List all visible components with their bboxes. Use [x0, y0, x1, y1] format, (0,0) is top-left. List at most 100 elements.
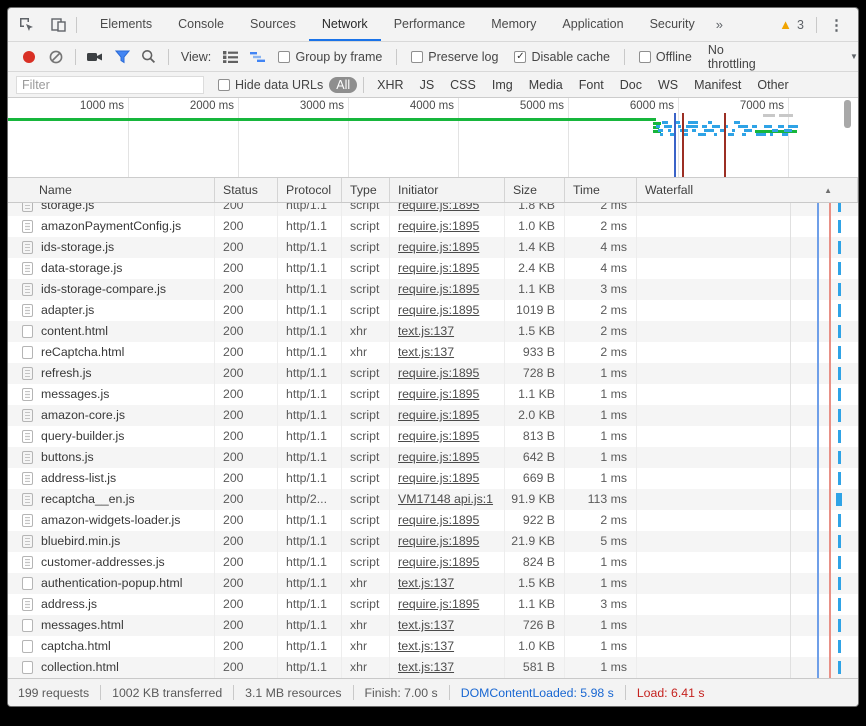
table-row[interactable]: captcha.html200http/1.1xhrtext.js:1371.0… — [8, 636, 858, 657]
table-row[interactable]: collection.html200http/1.1xhrtext.js:137… — [8, 657, 858, 678]
column-header-type[interactable]: Type — [342, 178, 390, 202]
column-header-protocol[interactable]: Protocol — [278, 178, 342, 202]
disable-cache-checkbox[interactable]: ✓ Disable cache — [514, 50, 610, 64]
initiator-link[interactable]: require.js:1895 — [398, 513, 479, 527]
hide-data-urls-checkbox[interactable]: Hide data URLs — [218, 78, 323, 92]
search-button[interactable] — [137, 46, 160, 68]
filter-chip-ws[interactable]: WS — [651, 77, 685, 93]
filter-chip-manifest[interactable]: Manifest — [687, 77, 748, 93]
timeline-overview[interactable]: 1000 ms2000 ms3000 ms4000 ms5000 ms6000 … — [8, 98, 858, 178]
more-tabs-chevron[interactable]: » — [708, 17, 731, 32]
initiator-link[interactable]: text.js:137 — [398, 660, 454, 674]
tab-memory[interactable]: Memory — [478, 8, 549, 41]
screenshot-button[interactable] — [84, 46, 107, 68]
initiator-link[interactable]: require.js:1895 — [398, 240, 479, 254]
initiator-link[interactable]: require.js:1895 — [398, 219, 479, 233]
console-warnings-badge[interactable]: ▲ 3 — [771, 17, 812, 32]
initiator-link[interactable]: require.js:1895 — [398, 282, 479, 296]
initiator-link[interactable]: require.js:1895 — [398, 303, 479, 317]
tab-performance[interactable]: Performance — [381, 8, 479, 41]
show-overview-button[interactable] — [246, 46, 269, 68]
overview-scrollbar-thumb[interactable] — [844, 100, 851, 128]
table-row[interactable]: amazon-widgets-loader.js200http/1.1scrip… — [8, 510, 858, 531]
table-row[interactable]: messages.html200http/1.1xhrtext.js:13772… — [8, 615, 858, 636]
table-row[interactable]: adapter.js200http/1.1scriptrequire.js:18… — [8, 300, 858, 321]
tab-network[interactable]: Network — [309, 8, 381, 41]
filter-input[interactable] — [16, 76, 204, 94]
initiator-link[interactable]: require.js:1895 — [398, 471, 479, 485]
tab-application[interactable]: Application — [549, 8, 636, 41]
initiator-link[interactable]: text.js:137 — [398, 345, 454, 359]
table-row[interactable]: content.html200http/1.1xhrtext.js:1371.5… — [8, 321, 858, 342]
initiator-link[interactable]: require.js:1895 — [398, 534, 479, 548]
table-row[interactable]: amazon-core.js200http/1.1scriptrequire.j… — [8, 405, 858, 426]
record-button[interactable] — [18, 46, 41, 68]
request-type: xhr — [342, 321, 390, 342]
filter-chip-media[interactable]: Media — [522, 77, 570, 93]
inspect-element-icon[interactable] — [12, 12, 40, 38]
table-row[interactable]: query-builder.js200http/1.1scriptrequire… — [8, 426, 858, 447]
table-row[interactable]: ids-storage-compare.js200http/1.1scriptr… — [8, 279, 858, 300]
tab-sources[interactable]: Sources — [237, 8, 309, 41]
table-row[interactable]: amazonPaymentConfig.js200http/1.1scriptr… — [8, 216, 858, 237]
filter-chip-js[interactable]: JS — [413, 77, 442, 93]
group-by-frame-checkbox[interactable]: Group by frame — [278, 50, 382, 64]
table-row[interactable]: data-storage.js200http/1.1scriptrequire.… — [8, 258, 858, 279]
table-row[interactable]: ids-storage.js200http/1.1scriptrequire.j… — [8, 237, 858, 258]
filter-chip-xhr[interactable]: XHR — [370, 77, 410, 93]
overview-request-bar — [744, 129, 752, 132]
initiator-link[interactable]: require.js:1895 — [398, 203, 479, 212]
device-toolbar-icon[interactable] — [44, 12, 72, 38]
table-row[interactable]: recaptcha__en.js200http/2...scriptVM1714… — [8, 489, 858, 510]
table-row[interactable]: address-list.js200http/1.1scriptrequire.… — [8, 468, 858, 489]
initiator-link[interactable]: VM17148 api.js:1 — [398, 492, 493, 506]
initiator-link[interactable]: require.js:1895 — [398, 366, 479, 380]
column-header-size[interactable]: Size — [505, 178, 565, 202]
initiator-link[interactable]: require.js:1895 — [398, 387, 479, 401]
initiator-link[interactable]: text.js:137 — [398, 618, 454, 632]
tab-console[interactable]: Console — [165, 8, 237, 41]
filter-chip-doc[interactable]: Doc — [613, 77, 649, 93]
column-header-name[interactable]: Name — [8, 178, 215, 202]
table-row[interactable]: messages.js200http/1.1scriptrequire.js:1… — [8, 384, 858, 405]
column-header-initiator[interactable]: Initiator — [390, 178, 505, 202]
preserve-log-checkbox[interactable]: Preserve log — [411, 50, 498, 64]
use-large-rows-button[interactable] — [219, 46, 242, 68]
filter-chip-other[interactable]: Other — [750, 77, 795, 93]
table-row[interactable]: customer-addresses.js200http/1.1scriptre… — [8, 552, 858, 573]
filter-chip-all[interactable]: All — [329, 77, 357, 93]
offline-checkbox[interactable]: Offline — [639, 50, 692, 64]
kebab-menu-icon[interactable]: ⋮ — [821, 16, 852, 34]
clear-button[interactable] — [45, 46, 68, 68]
initiator-link[interactable]: require.js:1895 — [398, 555, 479, 569]
initiator-link[interactable]: text.js:137 — [398, 324, 454, 338]
column-header-time[interactable]: Time — [565, 178, 637, 202]
tab-security[interactable]: Security — [637, 8, 708, 41]
sort-ascending-icon[interactable]: ▲ — [824, 186, 832, 195]
initiator-link[interactable]: require.js:1895 — [398, 408, 479, 422]
tab-elements[interactable]: Elements — [87, 8, 165, 41]
table-row[interactable]: authentication-popup.html200http/1.1xhrt… — [8, 573, 858, 594]
table-row[interactable]: bluebird.min.js200http/1.1scriptrequire.… — [8, 531, 858, 552]
initiator-link[interactable]: text.js:137 — [398, 639, 454, 653]
table-row[interactable]: buttons.js200http/1.1scriptrequire.js:18… — [8, 447, 858, 468]
initiator-link[interactable]: require.js:1895 — [398, 597, 479, 611]
filter-chip-img[interactable]: Img — [485, 77, 520, 93]
initiator-link[interactable]: text.js:137 — [398, 576, 454, 590]
filter-chip-css[interactable]: CSS — [443, 77, 483, 93]
filter-chip-font[interactable]: Font — [572, 77, 611, 93]
initiator-link[interactable]: require.js:1895 — [398, 429, 479, 443]
column-header-status[interactable]: Status — [215, 178, 278, 202]
request-time: 1 ms — [565, 615, 637, 636]
throttling-select[interactable]: No throttling ▼ — [708, 43, 858, 71]
table-row[interactable]: refresh.js200http/1.1scriptrequire.js:18… — [8, 363, 858, 384]
initiator-link[interactable]: require.js:1895 — [398, 450, 479, 464]
table-row[interactable]: reCaptcha.html200http/1.1xhrtext.js:1379… — [8, 342, 858, 363]
table-row[interactable]: address.js200http/1.1scriptrequire.js:18… — [8, 594, 858, 615]
waterfall-cell — [637, 657, 858, 678]
overview-gridline — [568, 98, 569, 177]
filter-button[interactable] — [111, 46, 134, 68]
table-row[interactable]: storage.js200http/1.1scriptrequire.js:18… — [8, 203, 858, 216]
request-time: 1 ms — [565, 552, 637, 573]
initiator-link[interactable]: require.js:1895 — [398, 261, 479, 275]
